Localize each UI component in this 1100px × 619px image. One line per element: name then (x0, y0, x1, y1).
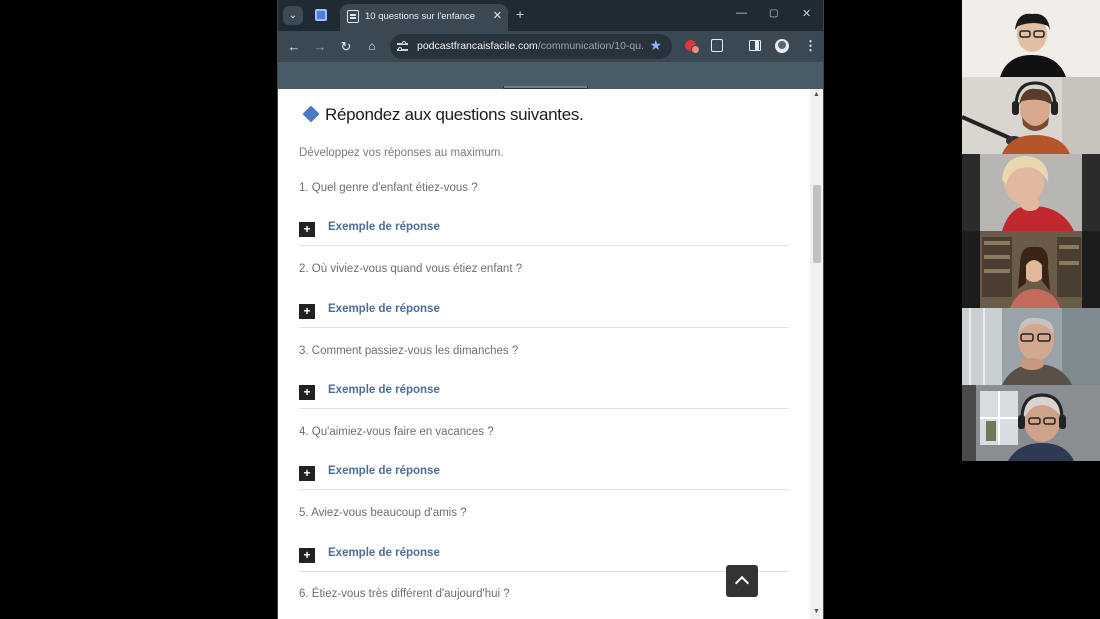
tab-search-icon[interactable]: ⌄ (283, 6, 303, 25)
divider (299, 327, 789, 328)
section-heading: Répondez aux questions suivantes. (325, 105, 584, 124)
minimize-icon[interactable]: — (736, 7, 747, 19)
new-tab-icon[interactable]: + (516, 6, 524, 22)
url-text: podcastfrancaisfacile.com/communication/… (417, 40, 645, 52)
page-content: Répondez aux questions suivantes. Dévelo… (278, 89, 810, 619)
divider (299, 245, 789, 246)
close-window-icon[interactable]: ✕ (802, 7, 811, 20)
side-panel-icon[interactable] (749, 40, 761, 51)
browser-toolbar: ← → ↻ ⌂ podcastfrancaisfacile.com/commun… (278, 31, 823, 62)
participant-video-4[interactable] (962, 231, 1100, 308)
profile-icon[interactable] (775, 39, 789, 53)
page-scrollbar[interactable]: ▲ ▼ (810, 89, 823, 619)
tab-close-icon[interactable]: ✕ (493, 9, 502, 22)
question-4: 4. Qu'aimiez-vous faire en vacances ? (299, 426, 494, 438)
extension-icon[interactable] (685, 40, 700, 54)
maximize-icon[interactable]: ▢ (769, 8, 778, 19)
url-path: /communication/10-qu... (537, 40, 645, 52)
arrow-up-icon[interactable] (726, 565, 758, 597)
reload-icon[interactable]: ↻ (338, 39, 354, 55)
answer-accordion-2[interactable]: + Exemple de réponse (299, 300, 789, 328)
plus-icon[interactable]: + (299, 304, 315, 319)
participant-video-6[interactable] (962, 385, 1100, 461)
question-1: 1. Quel genre d'enfant étiez-vous ? (299, 182, 478, 194)
answer-toggle-label[interactable]: Exemple de réponse (328, 221, 440, 233)
address-bar[interactable]: podcastfrancaisfacile.com/communication/… (390, 34, 672, 59)
screen: ⌄ 10 questions sur l'enfance ✕ + — ▢ ✕ ←… (0, 0, 1100, 619)
url-domain: podcastfrancaisfacile.com (417, 40, 538, 52)
plus-icon[interactable]: + (299, 222, 315, 237)
diamond-icon (302, 105, 320, 123)
plus-icon[interactable]: + (299, 548, 315, 563)
plus-icon[interactable]: + (299, 385, 315, 400)
participant-video-1[interactable] (962, 0, 1100, 77)
plus-icon[interactable]: + (299, 466, 315, 481)
back-icon[interactable]: ← (286, 39, 302, 54)
question-6: 6. Étiez-vous très différent d'aujourd'h… (299, 588, 510, 600)
question-5: 5. Aviez-vous beaucoup d'amis ? (299, 507, 467, 519)
browser-window: ⌄ 10 questions sur l'enfance ✕ + — ▢ ✕ ←… (277, 0, 824, 619)
question-3: 3. Comment passiez-vous les dimanches ? (299, 345, 519, 357)
page-favicon-icon (347, 10, 359, 23)
participant-video-3[interactable] (962, 154, 1100, 231)
participant-video-5[interactable] (962, 308, 1100, 385)
tune-icon[interactable] (397, 40, 408, 52)
participant-video-2[interactable] (962, 77, 1100, 154)
scroll-down-icon[interactable]: ▼ (813, 608, 820, 615)
menu-icon[interactable]: ⋮ (804, 38, 817, 54)
intro-text: Développez vos réponses au maximum. (299, 147, 504, 159)
divider (299, 408, 789, 409)
scrollbar-thumb[interactable] (813, 185, 821, 263)
scroll-up-icon[interactable]: ▲ (813, 91, 820, 98)
answer-accordion-3[interactable]: + Exemple de réponse (299, 381, 789, 409)
site-header (278, 62, 823, 89)
answer-toggle-label[interactable]: Exemple de réponse (328, 303, 440, 315)
puzzle-icon[interactable] (711, 39, 723, 52)
active-tab[interactable]: 10 questions sur l'enfance ✕ (340, 4, 508, 31)
answer-accordion-5[interactable]: + Exemple de réponse (299, 544, 789, 572)
inactive-tab-favicon[interactable] (315, 9, 327, 21)
question-2: 2. Où viviez-vous quand vous étiez enfan… (299, 263, 523, 275)
answer-toggle-label[interactable]: Exemple de réponse (328, 547, 440, 559)
divider (299, 489, 789, 490)
star-icon[interactable]: ★ (649, 37, 662, 54)
answer-accordion-4[interactable]: + Exemple de réponse (299, 462, 789, 490)
forward-icon[interactable]: → (312, 39, 328, 54)
tab-strip: ⌄ 10 questions sur l'enfance ✕ + — ▢ ✕ (278, 0, 823, 31)
tab-title: 10 questions sur l'enfance (365, 11, 476, 22)
answer-accordion-1[interactable]: + Exemple de réponse (299, 218, 789, 246)
divider (299, 571, 789, 572)
answer-toggle-label[interactable]: Exemple de réponse (328, 384, 440, 396)
answer-toggle-label[interactable]: Exemple de réponse (328, 465, 440, 477)
home-icon[interactable]: ⌂ (364, 39, 380, 53)
